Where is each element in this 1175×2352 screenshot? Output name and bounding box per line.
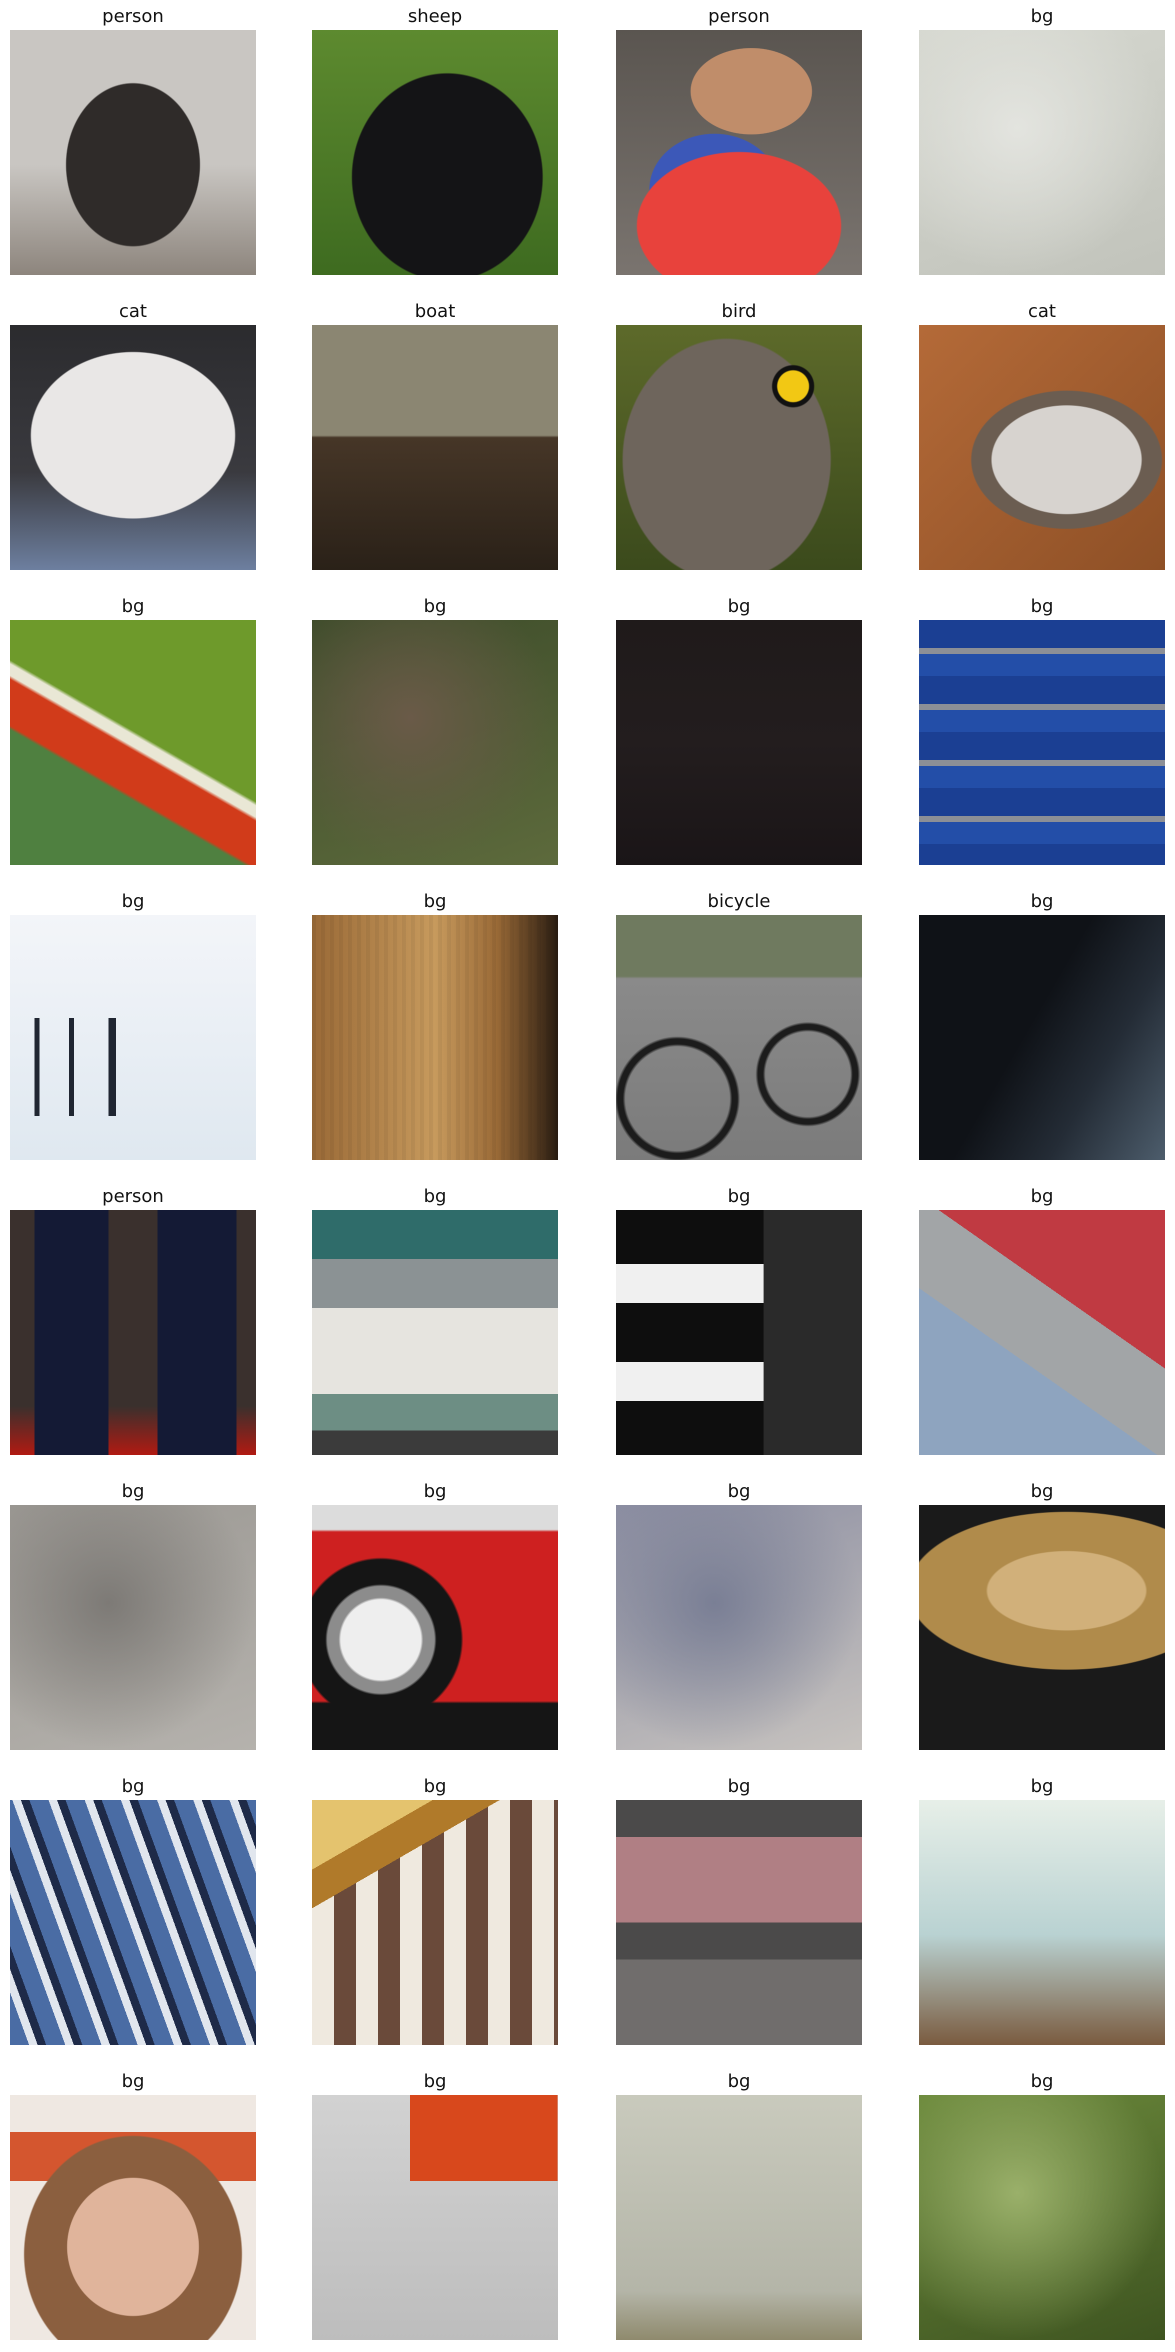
cell-label: bird <box>721 301 757 322</box>
cell-label: bg <box>423 1186 447 1207</box>
cell-label: bg <box>1030 6 1054 27</box>
cell-label: person <box>102 1186 164 1207</box>
cell-label: bicycle <box>707 891 771 912</box>
grid-cell: bg <box>10 1770 256 2045</box>
grid-cell: bg <box>616 1180 862 1455</box>
grid-cell: bg <box>312 1180 558 1455</box>
grid-cell: bg <box>919 1770 1165 2045</box>
grid-cell: bg <box>312 590 558 865</box>
thumbnail-image <box>10 325 256 570</box>
cell-label: bg <box>121 891 145 912</box>
grid-cell: bg <box>919 2065 1165 2340</box>
thumbnail-image <box>919 1505 1165 1750</box>
thumbnail-image <box>10 1800 256 2045</box>
thumbnail-image <box>616 915 862 1160</box>
cell-label: bg <box>121 1481 145 1502</box>
thumbnail-image <box>312 2095 558 2340</box>
grid-cell: bg <box>616 1475 862 1750</box>
cell-label: bg <box>1030 596 1054 617</box>
cell-label: bg <box>121 2071 145 2092</box>
cell-label: bg <box>423 596 447 617</box>
cell-label: bg <box>727 1186 751 1207</box>
cell-label: bg <box>121 1776 145 1797</box>
grid-cell: bg <box>312 885 558 1160</box>
grid-cell: sheep <box>312 0 558 275</box>
thumbnail-image <box>10 1505 256 1750</box>
cell-label: bg <box>727 1776 751 1797</box>
thumbnail-image <box>616 2095 862 2340</box>
grid-cell: person <box>10 0 256 275</box>
grid-cell: bg <box>10 2065 256 2340</box>
thumbnail-image <box>312 1505 558 1750</box>
thumbnail-image <box>616 30 862 275</box>
thumbnail-image <box>10 1210 256 1455</box>
thumbnail-image <box>312 1210 558 1455</box>
thumbnail-image <box>616 1210 862 1455</box>
thumbnail-image <box>919 915 1165 1160</box>
cell-label: cat <box>1028 301 1056 322</box>
cell-label: sheep <box>407 6 463 27</box>
thumbnail-image <box>312 1800 558 2045</box>
cell-label: bg <box>727 1481 751 1502</box>
cell-label: bg <box>727 2071 751 2092</box>
thumbnail-image <box>10 30 256 275</box>
grid-cell: bg <box>10 1475 256 1750</box>
grid-cell: bg <box>312 1770 558 2045</box>
grid-cell: cat <box>919 295 1165 570</box>
grid-cell: person <box>10 1180 256 1455</box>
cell-label: bg <box>423 1776 447 1797</box>
grid-cell: bg <box>312 1475 558 1750</box>
grid-cell: cat <box>10 295 256 570</box>
grid-cell: bg <box>919 885 1165 1160</box>
thumbnail-image <box>312 325 558 570</box>
grid-cell: bg <box>919 0 1165 275</box>
thumbnail-image <box>919 620 1165 865</box>
grid-cell: bg <box>919 1180 1165 1455</box>
cell-label: bg <box>423 1481 447 1502</box>
image-grid: person sheep person bg cat boat bird cat bg bg bg b… <box>0 0 1175 2352</box>
thumbnail-image <box>919 325 1165 570</box>
grid-cell: bg <box>919 590 1165 865</box>
cell-label: bg <box>423 891 447 912</box>
thumbnail-image <box>919 1800 1165 2045</box>
thumbnail-image <box>312 30 558 275</box>
thumbnail-image <box>312 915 558 1160</box>
thumbnail-image <box>616 1505 862 1750</box>
cell-label: person <box>102 6 164 27</box>
cell-label: bg <box>1030 1481 1054 1502</box>
grid-cell: bg <box>10 885 256 1160</box>
thumbnail-image <box>919 2095 1165 2340</box>
grid-cell: bicycle <box>616 885 862 1160</box>
grid-cell: bg <box>616 590 862 865</box>
cell-label: bg <box>727 596 751 617</box>
thumbnail-image <box>616 325 862 570</box>
grid-cell: bg <box>10 590 256 865</box>
grid-cell: bird <box>616 295 862 570</box>
cell-label: boat <box>414 301 456 322</box>
cell-label: bg <box>1030 1776 1054 1797</box>
thumbnail-image <box>10 620 256 865</box>
grid-cell: person <box>616 0 862 275</box>
cell-label: person <box>708 6 770 27</box>
thumbnail-image <box>616 620 862 865</box>
grid-cell: bg <box>616 1770 862 2045</box>
cell-label: bg <box>1030 1186 1054 1207</box>
cell-label: cat <box>119 301 147 322</box>
grid-cell: bg <box>616 2065 862 2340</box>
cell-label: bg <box>121 596 145 617</box>
grid-cell: boat <box>312 295 558 570</box>
thumbnail-image <box>312 620 558 865</box>
thumbnail-image <box>616 1800 862 2045</box>
thumbnail-image <box>919 30 1165 275</box>
thumbnail-image <box>919 1210 1165 1455</box>
grid-cell: bg <box>312 2065 558 2340</box>
cell-label: bg <box>1030 891 1054 912</box>
cell-label: bg <box>423 2071 447 2092</box>
thumbnail-image <box>10 2095 256 2340</box>
thumbnail-image <box>10 915 256 1160</box>
cell-label: bg <box>1030 2071 1054 2092</box>
grid-cell: bg <box>919 1475 1165 1750</box>
